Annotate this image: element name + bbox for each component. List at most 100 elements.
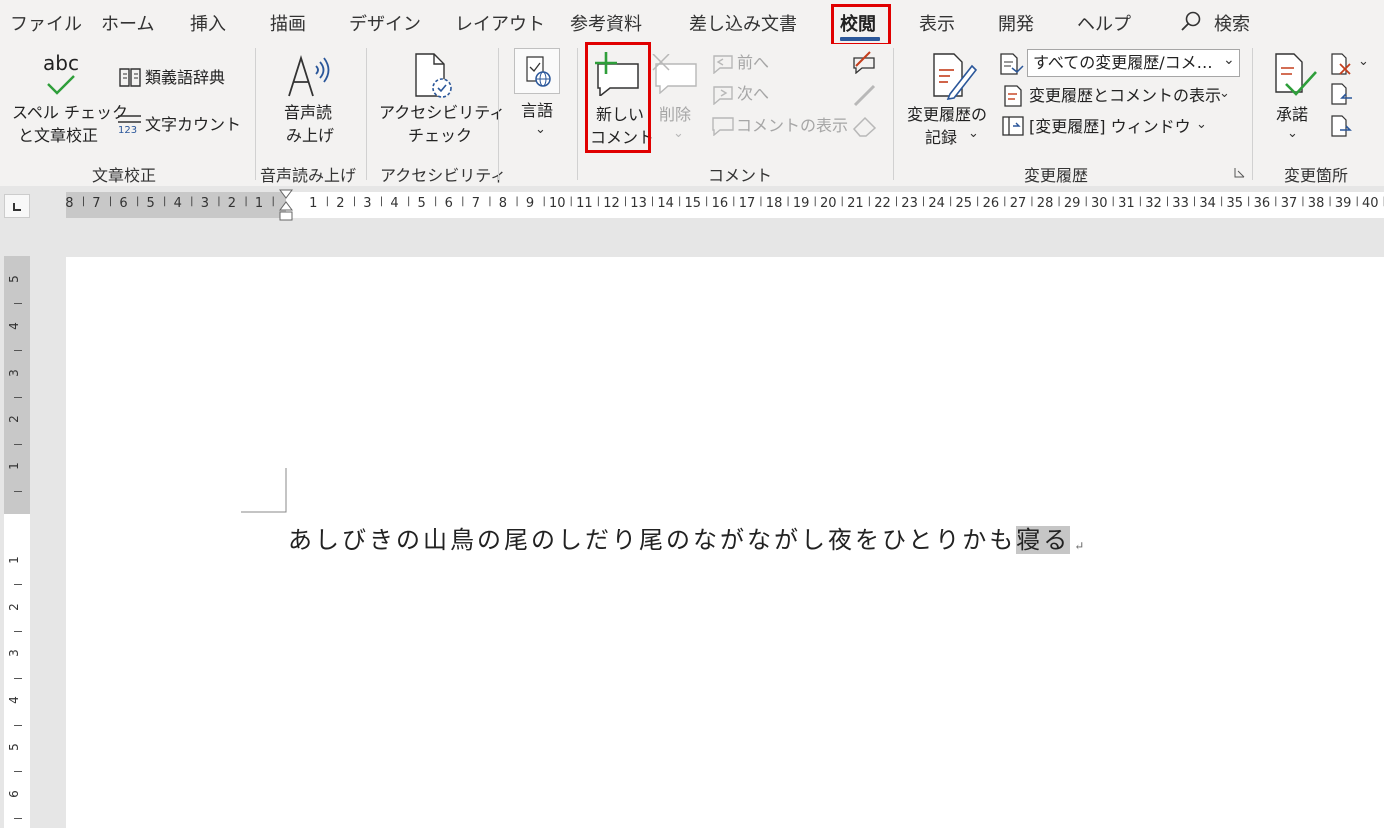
ruler-number: 38 bbox=[1307, 196, 1325, 211]
read-aloud-button[interactable]: 音声読 bbox=[284, 102, 332, 124]
ruler-tick: | bbox=[1165, 196, 1170, 207]
track-changes-button[interactable]: 変更履歴の bbox=[907, 104, 987, 126]
ruler-number: 18 bbox=[765, 196, 783, 211]
indent-marker-icon[interactable] bbox=[278, 188, 294, 224]
tab-layout[interactable]: レイアウト bbox=[455, 10, 545, 36]
vertical-ruler-tick bbox=[14, 443, 22, 445]
ink-comment-icon[interactable] bbox=[850, 50, 878, 74]
ruler-tick: | bbox=[81, 196, 86, 207]
ruler-tick: | bbox=[786, 196, 790, 207]
tab-design[interactable]: デザイン bbox=[349, 10, 421, 36]
tab-mailings[interactable]: 差し込み文書 bbox=[689, 10, 797, 36]
ruler-number: 24 bbox=[928, 196, 945, 211]
search-label[interactable]: 検索 bbox=[1214, 10, 1250, 36]
dialog-launcher-icon[interactable] bbox=[1234, 167, 1246, 179]
chevron-down-icon[interactable]: ⌄ bbox=[1219, 86, 1230, 101]
chevron-down-icon[interactable]: ⌄ bbox=[535, 122, 546, 137]
language-icon bbox=[526, 56, 551, 87]
thesaurus-icon bbox=[119, 68, 141, 87]
search-icon[interactable] bbox=[1180, 10, 1202, 32]
accessibility-check-button[interactable]: アクセシビリティ bbox=[379, 102, 505, 124]
show-markup-button[interactable]: 変更履歴とコメントの表示 bbox=[1029, 85, 1221, 107]
ruler-tick: | bbox=[813, 196, 817, 207]
ruler-number: 6 bbox=[444, 196, 453, 211]
vertical-ruler-tick bbox=[14, 677, 22, 679]
thesaurus-button[interactable]: 類義語辞典 bbox=[145, 67, 225, 89]
track-changes-button-line2[interactable]: 記録 bbox=[925, 127, 957, 149]
next-change-icon[interactable] bbox=[1330, 114, 1354, 140]
ruler-tick: | bbox=[190, 196, 194, 207]
ruler-tick: | bbox=[217, 196, 221, 207]
eraser-icon bbox=[852, 116, 877, 137]
new-comment-highlight bbox=[585, 42, 651, 153]
vertical-ruler-tick bbox=[14, 303, 22, 305]
read-aloud-button-line2[interactable]: み上げ bbox=[286, 125, 334, 147]
previous-change-icon[interactable] bbox=[1330, 82, 1354, 108]
ruler-number: 28 bbox=[1036, 196, 1054, 211]
ruler-number: 2 bbox=[336, 196, 345, 211]
ruler-number: 6 bbox=[119, 196, 128, 211]
chevron-down-icon: ⌄ bbox=[673, 126, 684, 141]
ruler-tick: | bbox=[1301, 196, 1305, 207]
ruler-tick: | bbox=[1057, 196, 1061, 207]
reviewing-pane-icon bbox=[1002, 116, 1024, 136]
tab-insert[interactable]: 挿入 bbox=[190, 10, 226, 36]
group-label-proofing: 文章校正 bbox=[92, 166, 157, 185]
spelling-button-line2[interactable]: と文章校正 bbox=[18, 125, 98, 147]
document-text: あしびきの山鳥の尾のしだり尾のながながし夜をひとりかも bbox=[288, 526, 1017, 554]
review-tab-highlight bbox=[831, 4, 891, 46]
language-button[interactable]: 言語 bbox=[521, 100, 553, 122]
tab-file[interactable]: ファイル bbox=[10, 10, 82, 36]
ruler-number: 33 bbox=[1172, 196, 1189, 211]
ruler-number: 26 bbox=[982, 196, 1000, 211]
ruler-number: 1 bbox=[309, 196, 318, 211]
show-comments-button: コメントの表示 bbox=[736, 116, 849, 135]
ruler-tick: | bbox=[650, 196, 655, 207]
chevron-down-icon[interactable]: ⌄ bbox=[1196, 117, 1207, 132]
ruler-tick: | bbox=[461, 196, 465, 207]
ruler-number: 13 bbox=[630, 196, 647, 211]
ruler-number: 32 bbox=[1145, 196, 1162, 211]
accessibility-check-button-line2[interactable]: チェック bbox=[408, 125, 472, 147]
tab-developer[interactable]: 開発 bbox=[998, 10, 1034, 36]
group-separator bbox=[255, 48, 256, 180]
ruler-number: 3 bbox=[363, 196, 372, 211]
vertical-ruler-number: 4 bbox=[6, 321, 21, 330]
group-label-changes: 変更箇所 bbox=[1284, 166, 1349, 185]
word-count-button[interactable]: 文字カウント bbox=[145, 114, 241, 136]
chevron-down-icon[interactable]: ⌄ bbox=[1358, 54, 1369, 69]
vertical-ruler-tick bbox=[14, 724, 22, 726]
vertical-ruler-number: 2 bbox=[6, 415, 21, 424]
tab-view[interactable]: 表示 bbox=[919, 10, 955, 36]
chevron-down-icon[interactable]: ⌄ bbox=[968, 126, 979, 141]
tab-draw[interactable]: 描画 bbox=[270, 10, 306, 36]
tab-references[interactable]: 参考資料 bbox=[570, 10, 642, 36]
vertical-ruler-number: 5 bbox=[6, 743, 21, 751]
chevron-down-icon[interactable]: ⌄ bbox=[1287, 126, 1298, 141]
ruler-tick: | bbox=[1274, 196, 1278, 207]
selected-text[interactable]: 寝る bbox=[1016, 526, 1071, 554]
ruler-tick: | bbox=[948, 196, 953, 207]
ribbon-tab-bar: ファイル ホーム 挿入 描画 デザイン レイアウト 参考資料 差し込み文書 校閲… bbox=[0, 0, 1384, 46]
tab-selector[interactable] bbox=[4, 194, 30, 218]
document-paragraph[interactable]: あしびきの山鳥の尾のしだり尾のながながし夜をひとりかも寝る ↵ bbox=[288, 520, 1084, 555]
chevron-down-icon[interactable]: ⌄ bbox=[1223, 52, 1235, 68]
read-aloud-icon bbox=[288, 55, 330, 97]
vertical-ruler-tick bbox=[14, 350, 22, 352]
ruler-number: 36 bbox=[1253, 196, 1271, 211]
markup-select[interactable]: すべての変更履歴/コメ… ⌄ bbox=[1027, 49, 1240, 77]
ruler-tick: | bbox=[325, 196, 330, 207]
reviewing-pane-button[interactable]: [変更履歴] ウィンドウ bbox=[1029, 116, 1191, 138]
spelling-button[interactable]: スペル チェック bbox=[12, 102, 128, 124]
ribbon-review: abc スペル チェック と文章校正 類義語辞典 123 文字カウント 文章校正… bbox=[0, 42, 1384, 187]
tab-help[interactable]: ヘルプ bbox=[1077, 10, 1131, 36]
ruler-tick: | bbox=[867, 196, 872, 207]
ruler-number: 5 bbox=[417, 196, 426, 211]
reject-change-icon[interactable] bbox=[1330, 52, 1354, 78]
vertical-ruler-margin bbox=[4, 256, 30, 514]
ruler-tick: | bbox=[542, 196, 546, 207]
tab-home[interactable]: ホーム bbox=[101, 10, 154, 36]
ruler-number: 19 bbox=[792, 196, 810, 211]
ruler-tick: | bbox=[1030, 196, 1034, 207]
accept-button[interactable]: 承諾 bbox=[1276, 104, 1308, 126]
